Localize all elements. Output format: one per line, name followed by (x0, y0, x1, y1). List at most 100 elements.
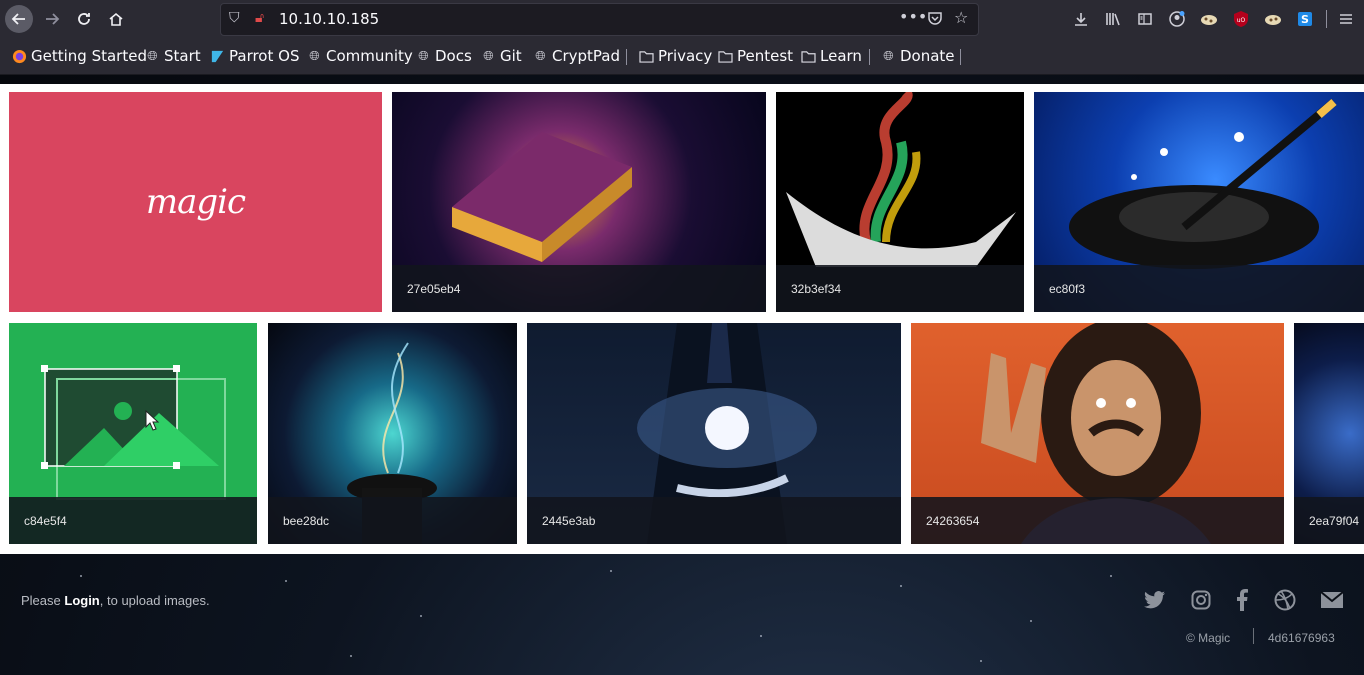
gallery-caption: 32b3ef34 (776, 265, 1024, 312)
gallery-caption-text: 2445e3ab (542, 514, 596, 528)
svg-text:S: S (1301, 13, 1309, 26)
url-text[interactable]: 10.10.10.185 (279, 10, 379, 28)
bookmark-separator (960, 49, 961, 65)
bookmark-label: Getting Started (31, 47, 147, 65)
bookmark-folder-privacy[interactable]: Privacy (639, 47, 712, 65)
gallery-item-magic-hat[interactable]: ec80f3 (1034, 92, 1364, 312)
bookmark-label: Git (500, 47, 522, 65)
pocket-icon[interactable] (927, 10, 943, 30)
extension-s-icon[interactable]: S (1295, 9, 1315, 29)
star-dot (980, 660, 982, 662)
login-link[interactable]: Login (64, 593, 99, 608)
star-dot (760, 635, 762, 637)
gallery-caption-text: bee28dc (283, 514, 330, 528)
toolbar-separator (1326, 10, 1327, 28)
page-background: magic 27e05eb4 32b3ef34 ec80f3 c84e5f4 b… (0, 75, 1364, 675)
download-icon[interactable] (1071, 9, 1091, 29)
magic-logo: magic (9, 92, 382, 312)
gallery-item-space[interactable]: 2ea79f04 (1294, 323, 1364, 544)
bookmark-separator (626, 49, 627, 65)
bookmark-getting-started[interactable]: Getting Started (12, 47, 147, 65)
bookmark-parrot-os[interactable]: Parrot OS (210, 47, 299, 65)
star-dot (900, 585, 902, 587)
forward-arrow-icon (46, 13, 60, 25)
gallery-caption: bee28dc (268, 497, 517, 544)
email-icon[interactable] (1319, 587, 1345, 613)
shield-icon[interactable]: ⛉ (229, 10, 240, 26)
twitter-icon[interactable] (1142, 587, 1168, 613)
home-icon (109, 12, 123, 26)
folder-icon (639, 49, 654, 64)
insecure-lock-icon[interactable]: 🔓︎ (255, 10, 264, 26)
gallery-caption-text: 24263654 (926, 514, 980, 528)
bookmark-label: Privacy (658, 47, 713, 65)
gallery-item-galaxy-hand[interactable]: 2445e3ab (527, 323, 901, 544)
back-button[interactable] (5, 5, 33, 33)
facebook-icon[interactable] (1229, 587, 1255, 613)
bookmark-label: Learn (820, 47, 862, 65)
gallery-caption-text: 2ea79f04 (1309, 514, 1360, 528)
library-icon[interactable] (1103, 9, 1123, 29)
gallery-item-hat-glow[interactable]: bee28dc (268, 323, 517, 544)
gallery-caption: 27e05eb4 (392, 265, 766, 312)
bookmark-start[interactable]: 🌐︎ Start (145, 47, 201, 65)
extension-cookie2-icon[interactable] (1263, 9, 1283, 29)
footer-hash-text: 4d61676963 (1268, 631, 1335, 645)
browser-toolbar: ⛉ 🔓︎ 10.10.10.185 ••• ☆ uO S (0, 0, 1364, 38)
ublock-origin-icon[interactable]: uO (1231, 9, 1251, 29)
bookmark-docs[interactable]: 🌐︎ Docs (416, 47, 472, 65)
star-dot (285, 580, 287, 582)
star-dot (420, 615, 422, 617)
svg-text:uO: uO (1237, 17, 1246, 24)
gallery-caption-text: 27e05eb4 (407, 282, 461, 296)
gallery-item-spellbook[interactable]: 27e05eb4 (392, 92, 766, 312)
home-button[interactable] (102, 5, 130, 33)
bookmark-label: Docs (435, 47, 472, 65)
bookmark-label: CryptPad (552, 47, 621, 65)
globe-icon: 🌐︎ (483, 48, 494, 64)
forward-button[interactable] (38, 5, 66, 33)
bookmark-star-icon[interactable]: ☆ (954, 8, 968, 27)
hamburger-menu-icon[interactable] (1336, 9, 1356, 29)
bookmark-git[interactable]: 🌐︎ Git (481, 47, 522, 65)
bookmark-label: Community (326, 47, 413, 65)
page-actions-icon[interactable]: ••• (899, 7, 927, 26)
reload-icon (78, 13, 90, 25)
extension-cookie-icon[interactable] (1199, 9, 1219, 29)
bookmark-separator (869, 49, 870, 65)
logo-tile[interactable]: magic (9, 92, 382, 312)
bookmark-donate[interactable]: 🌐︎ Donate (881, 47, 955, 65)
globe-icon: 🌐︎ (147, 48, 158, 64)
magic-logo-text: magic (145, 182, 246, 222)
gallery-item-magician-meme[interactable]: 24263654 (911, 323, 1284, 544)
bookmark-folder-pentest[interactable]: Pentest (718, 47, 793, 65)
bookmark-cryptpad[interactable]: 🌐︎ CryptPad (533, 47, 620, 65)
back-arrow-icon (11, 13, 25, 25)
gallery-caption: 2445e3ab (527, 497, 901, 544)
sidebar-icon[interactable] (1135, 9, 1155, 29)
bookmark-label: Start (164, 47, 201, 65)
star-dot (1110, 575, 1112, 577)
star-dot (610, 570, 612, 572)
bookmark-folder-learn[interactable]: Learn (801, 47, 862, 65)
reload-button[interactable] (70, 5, 98, 33)
star-dot (1030, 620, 1032, 622)
star-dot (80, 575, 82, 577)
bookmark-label: Donate (900, 47, 955, 65)
gallery-item-hand-smoke[interactable]: 32b3ef34 (776, 92, 1024, 312)
gallery-caption-text: ec80f3 (1049, 282, 1086, 296)
url-bar[interactable]: ⛉ 🔓︎ 10.10.10.185 ••• ☆ (220, 3, 979, 36)
gallery-caption-text: c84e5f4 (24, 514, 67, 528)
gallery-caption: ec80f3 (1034, 265, 1364, 312)
account-icon[interactable] (1167, 9, 1187, 29)
globe-icon: 🌐︎ (535, 48, 546, 64)
dribbble-icon[interactable] (1272, 587, 1298, 613)
instagram-icon[interactable] (1188, 587, 1214, 613)
folder-icon (801, 49, 816, 64)
bookmark-community[interactable]: 🌐︎ Community (307, 47, 413, 65)
folder-icon (718, 49, 733, 64)
footer-divider (1253, 628, 1254, 644)
gallery-item-placeholder[interactable]: c84e5f4 (9, 323, 257, 544)
bookmark-label: Parrot OS (229, 47, 300, 65)
bookmarks-bar: Getting Started 🌐︎ Start Parrot OS 🌐︎ Co… (0, 38, 1364, 75)
